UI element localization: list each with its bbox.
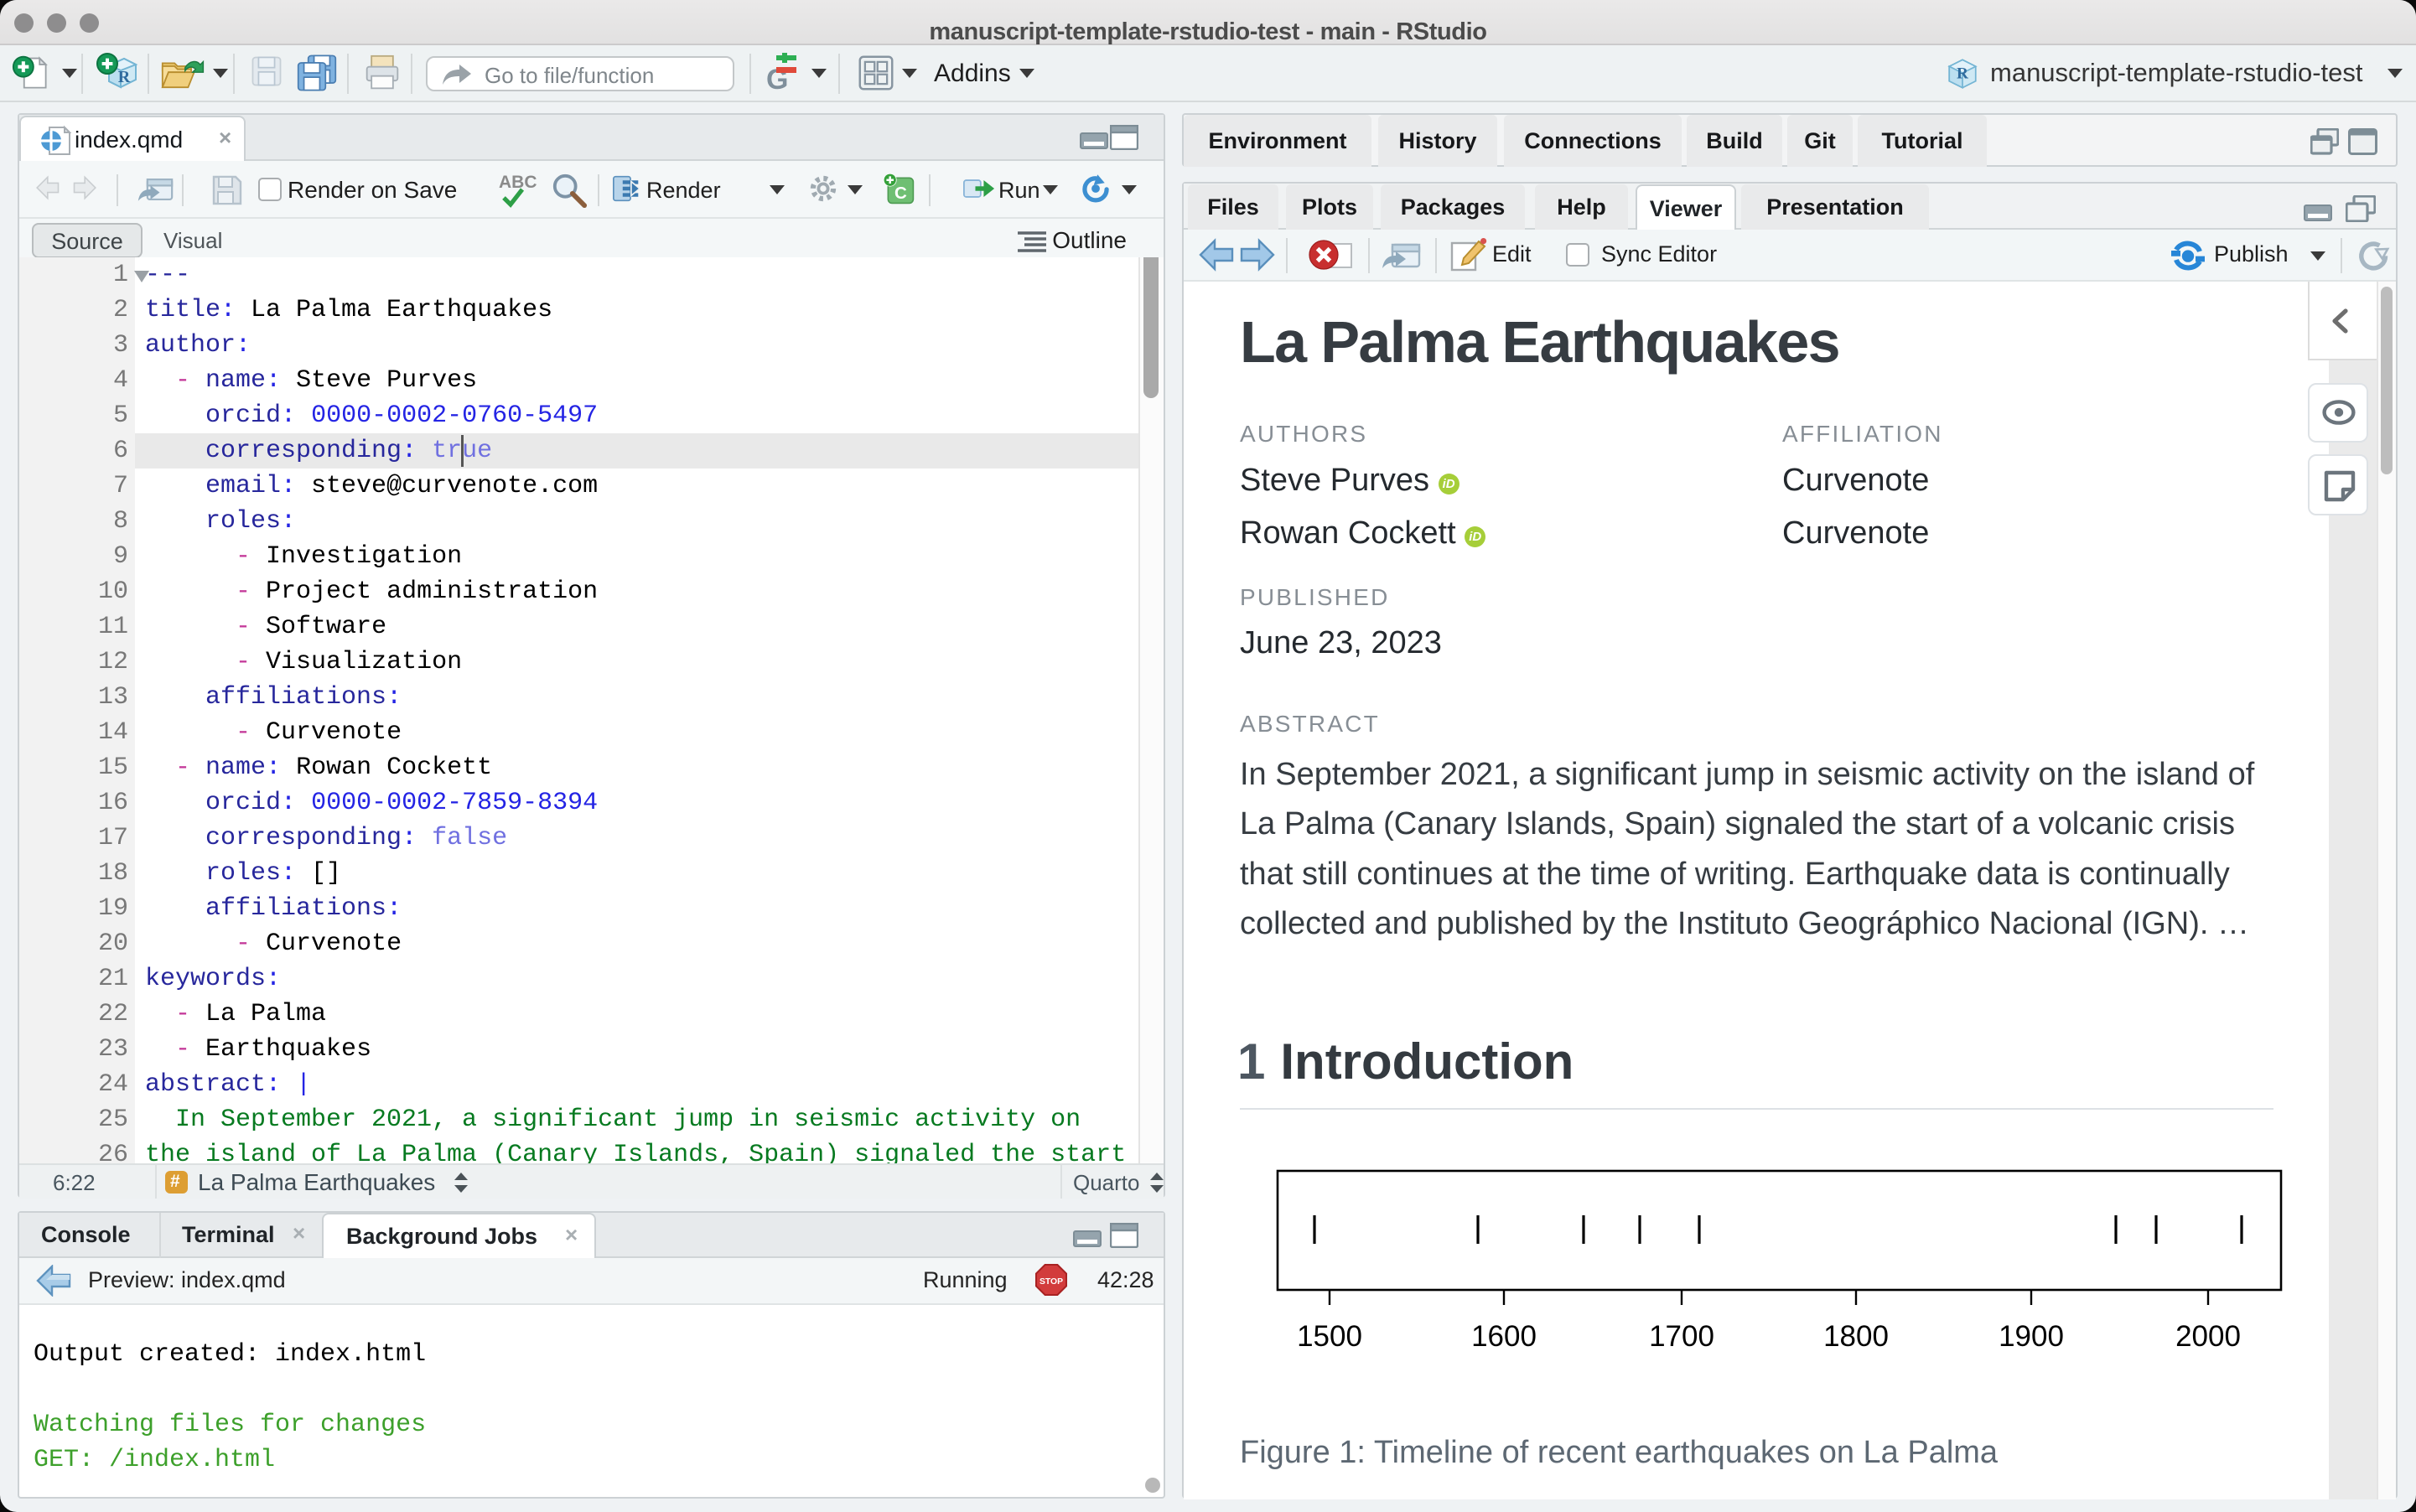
svg-text:1500: 1500 <box>1297 1320 1362 1353</box>
svg-text:1700: 1700 <box>1649 1320 1714 1353</box>
svg-text:R: R <box>118 68 131 86</box>
svg-text:C: C <box>894 184 907 203</box>
svg-text:2000: 2000 <box>2175 1320 2241 1353</box>
svg-text:ABC: ABC <box>499 173 537 192</box>
svg-text:1900: 1900 <box>1999 1320 2064 1353</box>
svg-text:STOP: STOP <box>1040 1277 1063 1287</box>
svg-text:1600: 1600 <box>1471 1320 1537 1353</box>
svg-text:1800: 1800 <box>1823 1320 1889 1353</box>
svg-text:R: R <box>1957 65 1969 82</box>
